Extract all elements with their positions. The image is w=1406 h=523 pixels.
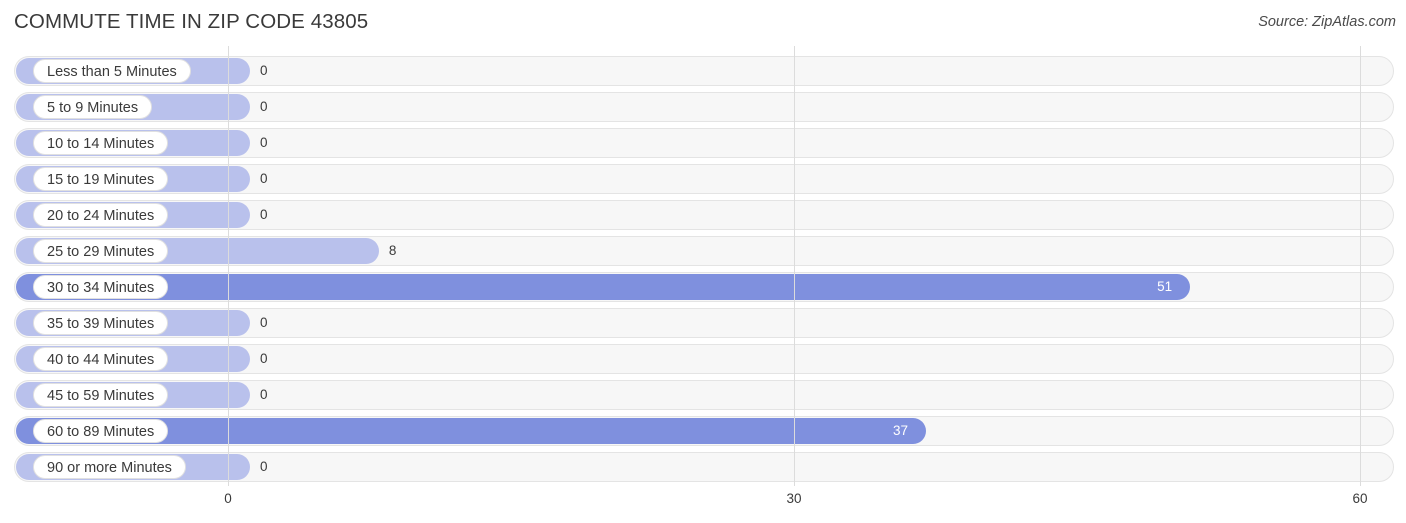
bar-value-label: 0: [260, 387, 268, 402]
bar-value-label: 0: [260, 207, 268, 222]
bar-row[interactable]: 0 20 to 24 Minutes: [14, 200, 1394, 230]
bar-category-label: 25 to 29 Minutes: [33, 239, 169, 263]
gridline-60: [1360, 46, 1361, 486]
x-tick-label: 0: [224, 491, 232, 506]
x-tick-label: 30: [786, 491, 802, 506]
bar-category-label: 5 to 9 Minutes: [33, 95, 153, 119]
bar-category-label: 10 to 14 Minutes: [33, 131, 169, 155]
bar-value-label: 51: [1157, 279, 1173, 294]
bar-row[interactable]: 0 15 to 19 Minutes: [14, 164, 1394, 194]
x-axis: 0 30 60: [0, 486, 1406, 523]
bar-value-label: 8: [388, 243, 397, 258]
bar-category-label: 90 or more Minutes: [33, 455, 186, 479]
bar-category-label: 35 to 39 Minutes: [33, 311, 169, 335]
chart-header: COMMUTE TIME IN ZIP CODE 43805 Source: Z…: [0, 0, 1406, 46]
bar-value-label: 0: [260, 135, 268, 150]
bar-category-label: 30 to 34 Minutes: [33, 275, 169, 299]
bar-category-label: Less than 5 Minutes: [33, 59, 191, 83]
bar-category-label: 15 to 19 Minutes: [33, 167, 169, 191]
bar-category-label: 20 to 24 Minutes: [33, 203, 169, 227]
bar-row[interactable]: 0 90 or more Minutes: [14, 452, 1394, 482]
page-title: COMMUTE TIME IN ZIP CODE 43805: [14, 10, 369, 33]
bar-row[interactable]: 0 45 to 59 Minutes: [14, 380, 1394, 410]
bar-row[interactable]: 37 60 to 89 Minutes: [14, 416, 1394, 446]
bar-category-label: 40 to 44 Minutes: [33, 347, 169, 371]
gridline-0: [228, 46, 229, 486]
bar-value-label: 0: [260, 63, 268, 78]
bar-value-label: 0: [260, 315, 268, 330]
bar-value-label: 0: [260, 459, 268, 474]
bar-value-label: 0: [260, 171, 268, 186]
bar-row[interactable]: 51 30 to 34 Minutes: [14, 272, 1394, 302]
x-tick-label: 60: [1352, 491, 1368, 506]
bar-value-label: 0: [260, 99, 268, 114]
bar-value-label: 0: [260, 351, 268, 366]
bar-row[interactable]: 8 25 to 29 Minutes: [14, 236, 1394, 266]
bar-row[interactable]: 0 Less than 5 Minutes: [14, 56, 1394, 86]
bar-category-label: 60 to 89 Minutes: [33, 419, 169, 443]
bar-category-label: 45 to 59 Minutes: [33, 383, 169, 407]
bar-row[interactable]: 0 5 to 9 Minutes: [14, 92, 1394, 122]
gridline-30: [794, 46, 795, 486]
source-attribution: Source: ZipAtlas.com: [1258, 14, 1396, 30]
bar-row[interactable]: 0 35 to 39 Minutes: [14, 308, 1394, 338]
chart-plot-area: 0 Less than 5 Minutes 0 5 to 9 Minutes 0 10 t…: [0, 46, 1406, 486]
bar-row[interactable]: 0 10 to 14 Minutes: [14, 128, 1394, 158]
bar-row[interactable]: 0 40 to 44 Minutes: [14, 344, 1394, 374]
